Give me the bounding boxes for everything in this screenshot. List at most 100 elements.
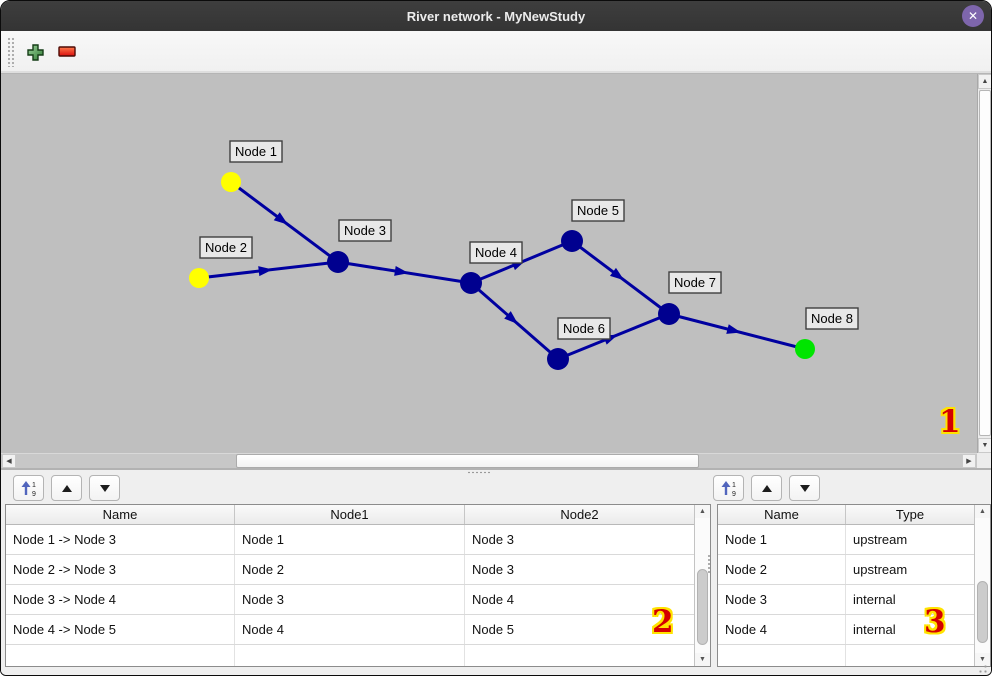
canvas-horizontal-scrollbar[interactable]: ◀ ▶: [1, 453, 977, 468]
table-row[interactable]: Node 4internal: [718, 615, 990, 645]
graph-node[interactable]: [561, 230, 583, 252]
table-cell[interactable]: Node 2: [718, 555, 846, 584]
vertical-splitter[interactable]: [707, 554, 711, 574]
node-label: Node 6: [563, 321, 605, 336]
table-row[interactable]: [6, 645, 710, 667]
scroll-down-button[interactable]: ▼: [978, 438, 992, 453]
table-cell[interactable]: [846, 645, 975, 667]
bottom-panel: 1 9 1 9 NameNode1Node2 Node: [1, 474, 991, 676]
vertical-scroll-thumb[interactable]: [979, 90, 991, 436]
table-cell[interactable]: Node 1: [235, 525, 465, 554]
reach-table: NameNode1Node2 Node 1 -> Node 3Node 1Nod…: [5, 504, 711, 667]
table-cell[interactable]: Node 3: [235, 585, 465, 614]
table-cell[interactable]: [235, 645, 465, 667]
table-cell[interactable]: Node 4: [465, 585, 695, 614]
canvas-vertical-scrollbar[interactable]: ▲ ▼: [977, 74, 992, 453]
reach-move-down-button[interactable]: [89, 475, 120, 501]
graph-node[interactable]: [189, 268, 209, 288]
reach-sort-button[interactable]: 1 9: [13, 475, 44, 501]
table-cell[interactable]: internal: [846, 585, 975, 614]
node-label: Node 5: [577, 203, 619, 218]
triangle-up-icon: [62, 485, 72, 492]
column-header[interactable]: Node2: [465, 505, 695, 524]
graph-node[interactable]: [547, 348, 569, 370]
scroll-thumb[interactable]: [697, 569, 708, 645]
table-cell[interactable]: [465, 645, 695, 667]
add-node-button[interactable]: [22, 39, 48, 65]
main-toolbar: [1, 31, 991, 74]
graph-node[interactable]: [327, 251, 349, 273]
graph-node[interactable]: [460, 272, 482, 294]
sort-1-9-icon: 1 9: [721, 480, 737, 497]
table-cell[interactable]: upstream: [846, 555, 975, 584]
column-header[interactable]: Name: [718, 505, 846, 524]
river-network-canvas[interactable]: Node 1Node 2Node 3Node 4Node 5Node 6Node…: [1, 74, 977, 453]
svg-text:1: 1: [32, 482, 36, 489]
table-row[interactable]: Node 4 -> Node 5Node 4Node 5: [6, 615, 710, 645]
window-title: River network - MyNewStudy: [407, 9, 585, 24]
scroll-up-button[interactable]: ▲: [695, 505, 710, 518]
horizontal-scroll-thumb[interactable]: [236, 454, 699, 468]
toolbar-drag-handle[interactable]: [7, 37, 14, 67]
scroll-right-button[interactable]: ▶: [962, 454, 976, 468]
arrow-up-icon: ▲: [699, 508, 706, 515]
table-cell[interactable]: Node 3: [465, 555, 695, 584]
table-cell[interactable]: upstream: [846, 525, 975, 554]
table-row[interactable]: Node 1upstream: [718, 525, 990, 555]
scroll-left-button[interactable]: ◀: [2, 454, 16, 468]
column-header[interactable]: Name: [6, 505, 235, 524]
node-move-down-button[interactable]: [789, 475, 820, 501]
reach-move-up-button[interactable]: [51, 475, 82, 501]
remove-node-button[interactable]: [54, 39, 80, 65]
node-sort-button[interactable]: 1 9: [713, 475, 744, 501]
reach-table-toolbar: 1 9: [13, 475, 120, 501]
svg-text:1: 1: [732, 482, 736, 489]
table-cell[interactable]: [718, 645, 846, 667]
table-cell[interactable]: [6, 645, 235, 667]
table-cell[interactable]: Node 2: [235, 555, 465, 584]
table-cell[interactable]: Node 4 -> Node 5: [6, 615, 235, 644]
node-table-scrollbar[interactable]: ▲ ▼: [974, 505, 990, 666]
column-header[interactable]: Node1: [235, 505, 465, 524]
table-row[interactable]: Node 1 -> Node 3Node 1Node 3: [6, 525, 710, 555]
table-row[interactable]: Node 2upstream: [718, 555, 990, 585]
graph-node[interactable]: [221, 172, 241, 192]
table-cell[interactable]: Node 3: [718, 585, 846, 614]
scroll-thumb[interactable]: [977, 581, 988, 643]
node-label: Node 3: [344, 223, 386, 238]
node-label: Node 7: [674, 275, 716, 290]
arrow-up-icon: ▲: [982, 78, 989, 85]
table-row[interactable]: Node 2 -> Node 3Node 2Node 3: [6, 555, 710, 585]
close-button[interactable]: ✕: [962, 5, 984, 27]
scroll-up-button[interactable]: ▲: [975, 505, 990, 518]
node-move-up-button[interactable]: [751, 475, 782, 501]
table-cell[interactable]: internal: [846, 615, 975, 644]
column-header[interactable]: Type: [846, 505, 975, 524]
table-cell[interactable]: Node 4: [235, 615, 465, 644]
table-cell[interactable]: Node 4: [718, 615, 846, 644]
table-cell[interactable]: Node 3: [465, 525, 695, 554]
arrow-right-icon: ▶: [966, 458, 971, 465]
node-label: Node 2: [205, 240, 247, 255]
node-label: Node 8: [811, 311, 853, 326]
node-table-header: NameType: [718, 505, 990, 525]
table-cell[interactable]: Node 1 -> Node 3: [6, 525, 235, 554]
graph-node[interactable]: [795, 339, 815, 359]
table-cell[interactable]: Node 5: [465, 615, 695, 644]
reach-table-header: NameNode1Node2: [6, 505, 710, 525]
table-row[interactable]: Node 3 -> Node 4Node 3Node 4: [6, 585, 710, 615]
red-minus-icon: [58, 46, 76, 58]
table-cell[interactable]: Node 2 -> Node 3: [6, 555, 235, 584]
close-icon: ✕: [968, 9, 978, 23]
svg-text:9: 9: [732, 491, 736, 497]
table-cell[interactable]: Node 1: [718, 525, 846, 554]
table-row[interactable]: [718, 645, 990, 667]
table-cell[interactable]: Node 3 -> Node 4: [6, 585, 235, 614]
edge-arrow-icon: [726, 324, 741, 334]
table-row[interactable]: Node 3internal: [718, 585, 990, 615]
reach-table-scrollbar[interactable]: ▲ ▼: [694, 505, 710, 666]
arrow-up-icon: ▲: [979, 508, 986, 515]
scroll-up-button[interactable]: ▲: [978, 74, 992, 89]
graph-node[interactable]: [658, 303, 680, 325]
scroll-down-button[interactable]: ▼: [695, 653, 710, 666]
